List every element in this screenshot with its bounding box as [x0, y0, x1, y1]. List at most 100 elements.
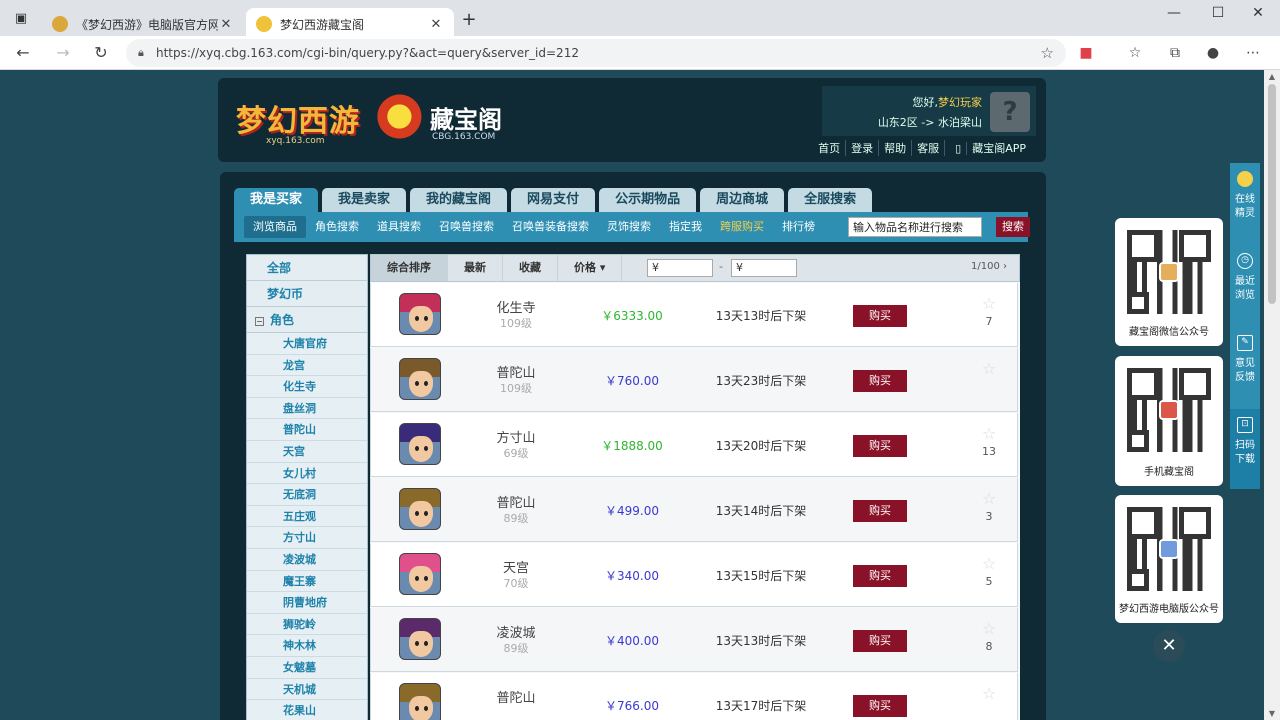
favorites-icon[interactable]: ☆ — [1124, 42, 1146, 64]
character-avatar[interactable] — [399, 683, 441, 720]
page-scrollbar[interactable]: ▲ ▼ — [1264, 70, 1280, 720]
sidebar-item-coins[interactable]: 梦幻币 — [247, 281, 367, 307]
favorite-star-icon[interactable]: ☆ — [979, 620, 999, 638]
side-online-assistant[interactable]: 在线 精灵 — [1230, 163, 1260, 243]
close-window-icon[interactable]: ✕ — [1238, 0, 1278, 28]
username[interactable]: 梦幻玩家 — [938, 96, 982, 109]
character-avatar[interactable] — [399, 293, 441, 335]
listing-school[interactable]: 化生寺 — [461, 297, 571, 316]
listing-school[interactable]: 方寸山 — [461, 427, 571, 446]
sidebar-school[interactable]: 神木林 — [247, 635, 367, 657]
tab-buyer[interactable]: 我是买家 — [234, 188, 319, 212]
subnav-pet-equip-search[interactable]: 召唤兽装备搜索 — [503, 216, 598, 238]
sidebar-school[interactable]: 阴曹地府 — [247, 592, 367, 614]
link-service[interactable]: 客服 — [911, 140, 944, 156]
favorite-star-icon[interactable]: ☆ — [979, 360, 999, 378]
avatar[interactable]: ? — [990, 92, 1030, 132]
cbg-logo[interactable]: 藏宝阁 CBG.163.COM — [376, 94, 536, 146]
listing-school[interactable]: 普陀山 — [461, 362, 571, 381]
subnav-browse[interactable]: 浏览商品 — [244, 216, 306, 238]
extension-icon[interactable]: ■ — [1075, 42, 1097, 64]
buy-button[interactable]: 购买 — [853, 695, 907, 717]
listing-row[interactable]: 普陀山 ￥766.00 13天17时后下架 购买 ☆ — [370, 673, 1018, 720]
favorite-star-icon[interactable]: ☆ — [979, 490, 999, 508]
close-tab-icon[interactable]: ✕ — [218, 17, 234, 32]
buy-button[interactable]: 购买 — [853, 565, 907, 587]
qr-code-icon[interactable] — [1127, 368, 1211, 452]
search-input[interactable] — [848, 217, 982, 237]
character-avatar[interactable] — [399, 358, 441, 400]
tab-my-cbg[interactable]: 我的藏宝阁 — [410, 188, 508, 212]
sidebar-school[interactable]: 大唐官府 — [247, 333, 367, 355]
link-help[interactable]: 帮助 — [878, 140, 911, 156]
sidebar-item-all[interactable]: 全部 — [247, 255, 367, 281]
listing-row[interactable]: 普陀山 109级 ￥760.00 13天23时后下架 购买 ☆ — [370, 348, 1018, 412]
sidebar-school[interactable]: 五庄观 — [247, 505, 367, 528]
close-tab-icon[interactable]: ✕ — [428, 17, 444, 32]
scroll-down-icon[interactable]: ▼ — [1264, 709, 1280, 718]
next-page-icon[interactable]: › — [1003, 261, 1007, 272]
sidebar-school[interactable]: 无底洞 — [247, 484, 367, 506]
character-avatar[interactable] — [399, 618, 441, 660]
back-icon[interactable]: ← — [10, 40, 36, 66]
server-path[interactable]: 山东2区 -> 水泊梁山 — [878, 114, 982, 130]
link-app[interactable]: ▯ 藏宝阁APP — [944, 140, 1036, 156]
forward-icon[interactable]: → — [50, 40, 76, 66]
maximize-icon[interactable]: ☐ — [1198, 0, 1238, 28]
favorite-star-icon[interactable]: ☆ — [979, 425, 999, 443]
subnav-ranking[interactable]: 排行榜 — [773, 216, 824, 238]
sort-newest[interactable]: 最新 — [448, 255, 503, 281]
tab-public-items[interactable]: 公示期物品 — [599, 188, 697, 212]
sidebar-item-role[interactable]: − 角色 — [247, 307, 367, 333]
tab-actions-icon[interactable]: ▣ — [10, 8, 32, 30]
sidebar-school[interactable]: 天机城 — [247, 678, 367, 701]
profile-icon[interactable]: ● — [1202, 42, 1224, 64]
favorite-star-icon[interactable]: ☆ — [979, 555, 999, 573]
search-button[interactable]: 搜索 — [996, 217, 1030, 237]
sort-favorites[interactable]: 收藏 — [503, 255, 558, 281]
tab-netease-pay[interactable]: 网易支付 — [511, 188, 596, 212]
subnav-cross-server[interactable]: 跨服购买 — [711, 216, 773, 238]
link-home[interactable]: 首页 — [813, 140, 845, 156]
listing-school[interactable]: 凌波城 — [461, 622, 571, 641]
link-login[interactable]: 登录 — [845, 140, 878, 156]
listing-school[interactable]: 普陀山 — [461, 687, 571, 706]
listing-row[interactable]: 普陀山 89级 ￥499.00 13天14时后下架 购买 ☆ 3 — [370, 478, 1018, 542]
sort-default[interactable]: 综合排序 — [371, 255, 448, 281]
subnav-ornament-search[interactable]: 灵饰搜索 — [598, 216, 660, 238]
subnav-role-search[interactable]: 角色搜索 — [306, 216, 368, 238]
favorite-star-icon[interactable]: ☆ — [979, 685, 999, 703]
sidebar-school[interactable]: 天宫 — [247, 440, 367, 463]
price-min-input[interactable]: ¥ — [647, 259, 713, 277]
sidebar-school[interactable]: 盘丝洞 — [247, 397, 367, 420]
sidebar-school[interactable]: 狮驼岭 — [247, 613, 367, 636]
subnav-designated[interactable]: 指定我 — [660, 216, 711, 238]
tab-mall[interactable]: 周边商城 — [700, 188, 785, 212]
qr-code-icon[interactable] — [1127, 230, 1211, 314]
sidebar-school[interactable]: 化生寺 — [247, 376, 367, 398]
collapse-icon[interactable]: − — [255, 317, 264, 326]
character-avatar[interactable] — [399, 553, 441, 595]
scrollbar-thumb[interactable] — [1268, 84, 1276, 304]
sidebar-school[interactable]: 龙宫 — [247, 354, 367, 377]
tab-seller[interactable]: 我是卖家 — [322, 188, 407, 212]
minimize-icon[interactable]: — — [1154, 0, 1194, 28]
address-bar[interactable]: 🔒︎ https://xyq.cbg.163.com/cgi-bin/query… — [126, 39, 1066, 67]
sidebar-school[interactable]: 女魃墓 — [247, 656, 367, 679]
listing-school[interactable]: 普陀山 — [461, 492, 571, 511]
character-avatar[interactable] — [399, 488, 441, 530]
buy-button[interactable]: 购买 — [853, 500, 907, 522]
listing-row[interactable]: 化生寺 109级 ￥6333.00 13天13时后下架 购买 ☆ 7 — [370, 283, 1018, 347]
close-qr-panel-button[interactable]: ✕ — [1153, 630, 1185, 662]
sidebar-school[interactable]: 魔王寨 — [247, 570, 367, 593]
scroll-up-icon[interactable]: ▲ — [1264, 72, 1280, 81]
qr-code-icon[interactable] — [1127, 507, 1211, 591]
favorite-star-icon[interactable]: ☆ — [1041, 44, 1054, 62]
sidebar-school[interactable]: 女儿村 — [247, 462, 367, 485]
listing-row[interactable]: 方寸山 69级 ￥1888.00 13天20时后下架 购买 ☆ 13 — [370, 413, 1018, 477]
buy-button[interactable]: 购买 — [853, 435, 907, 457]
sort-price[interactable]: 价格 ▾ — [558, 255, 623, 281]
buy-button[interactable]: 购买 — [853, 630, 907, 652]
tab-all-server-search[interactable]: 全服搜索 — [788, 188, 873, 212]
buy-button[interactable]: 购买 — [853, 370, 907, 392]
